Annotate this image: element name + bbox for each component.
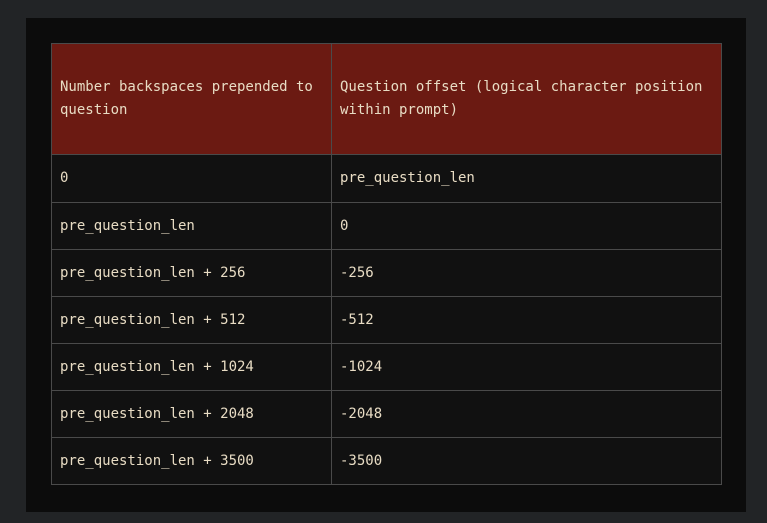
cell-question-offset: -256	[331, 249, 722, 297]
cell-question-offset: -2048	[331, 390, 722, 438]
table-row: pre_question_len + 256 -256	[51, 249, 722, 297]
content-panel: Number backspaces prepended to question …	[26, 18, 746, 512]
table-row: pre_question_len + 512 -512	[51, 296, 722, 344]
cell-backspaces: pre_question_len + 2048	[51, 390, 332, 438]
cell-backspaces: pre_question_len + 3500	[51, 437, 332, 485]
table-row: pre_question_len + 3500 -3500	[51, 437, 722, 485]
cell-backspaces: pre_question_len + 512	[51, 296, 332, 344]
cell-question-offset: 0	[331, 202, 722, 250]
cell-backspaces: pre_question_len + 1024	[51, 343, 332, 391]
cell-question-offset: -512	[331, 296, 722, 344]
table-row: pre_question_len 0	[51, 202, 722, 250]
backspace-offset-table: Number backspaces prepended to question …	[51, 43, 722, 485]
cell-question-offset: -3500	[331, 437, 722, 485]
table-row: 0 pre_question_len	[51, 154, 722, 203]
table-header-row: Number backspaces prepended to question …	[51, 43, 722, 155]
cell-backspaces: 0	[51, 154, 332, 203]
table-row: pre_question_len + 2048 -2048	[51, 390, 722, 438]
cell-question-offset: -1024	[331, 343, 722, 391]
cell-backspaces: pre_question_len + 256	[51, 249, 332, 297]
cell-question-offset: pre_question_len	[331, 154, 722, 203]
header-question-offset: Question offset (logical character posit…	[331, 43, 722, 155]
table-row: pre_question_len + 1024 -1024	[51, 343, 722, 391]
cell-backspaces: pre_question_len	[51, 202, 332, 250]
header-backspaces: Number backspaces prepended to question	[51, 43, 332, 155]
